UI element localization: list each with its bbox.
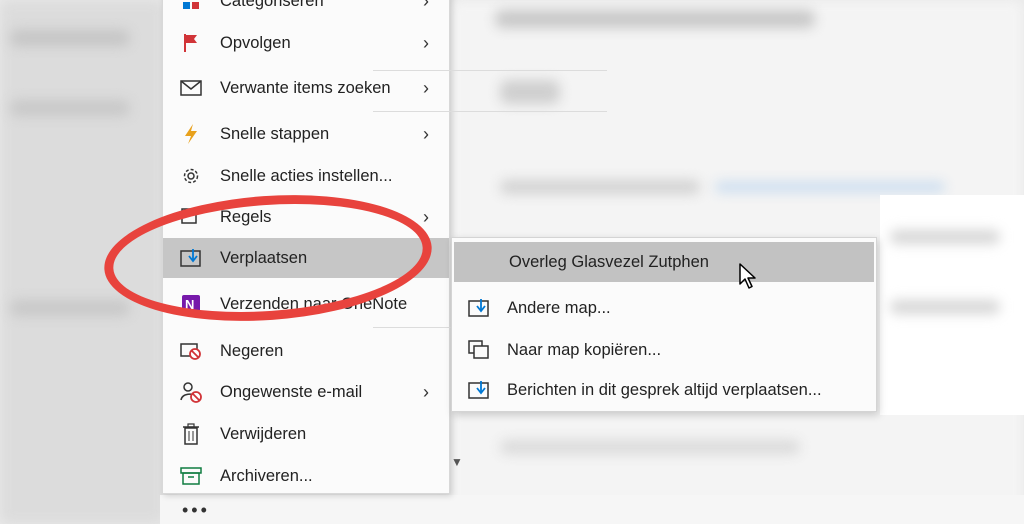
submenu-item-label: Naar map kopiëren... [507,340,662,359]
chevron-right-icon: › [423,206,429,227]
trash-icon [180,423,202,445]
menu-item-delete[interactable]: Verwijderen [163,414,449,454]
background-text [10,100,130,116]
category-icon [180,0,202,12]
menu-item-move[interactable]: Verplaatsen › [163,238,449,278]
background-left-pane [0,0,165,524]
gear-icon [180,165,202,187]
ignore-icon [180,340,202,362]
background-text [500,440,800,454]
background-text [500,80,560,104]
menu-item-label: Archiveren... [220,466,313,485]
svg-text:N: N [185,297,194,312]
context-menu: Categoriseren › Opvolgen › Verwante item… [162,0,607,496]
background-text [10,300,130,316]
menu-item-label: Negeren [220,341,284,360]
chevron-down-icon[interactable]: ▼ [451,455,463,469]
background-text [890,300,1000,314]
menu-item-follow-up[interactable]: Opvolgen › [163,23,449,63]
menu-item-label: Categoriseren [220,0,324,10]
menu-item-send-onenote[interactable]: N Verzenden naar OneNote [163,284,449,324]
background-link [715,182,945,192]
menu-item-archive[interactable]: Archiveren... [163,456,449,496]
background-text [500,180,700,194]
copy-icon [468,339,490,361]
move-icon [468,379,490,401]
menu-item-quick-steps[interactable]: Snelle stappen › [163,114,449,154]
menu-item-label: Verzenden naar OneNote [220,294,408,313]
menu-item-label: Verplaatsen [220,248,308,267]
submenu-item-label: Andere map... [507,298,611,317]
background-text [890,230,1000,244]
menu-separator [373,111,607,112]
menu-item-rules[interactable]: Regels › [163,197,449,237]
mouse-cursor-icon [739,263,756,289]
menu-item-label: Verwijderen [220,424,307,443]
submenu-item-always-move[interactable]: Berichten in dit gesprek altijd verplaat… [452,370,876,410]
menu-item-ignore[interactable]: Negeren [163,331,449,371]
move-icon [180,247,202,269]
submenu-item-overleg-glasvezel[interactable]: Overleg Glasvezel Zutphen [454,242,874,282]
chevron-right-icon: › [423,247,429,268]
move-icon [468,297,490,319]
lightning-icon [180,123,202,145]
menu-item-junk[interactable]: Ongewenste e-mail › [163,372,449,412]
background-bottom [160,495,1024,524]
chevron-right-icon: › [423,32,429,53]
envelope-icon [180,77,202,99]
background-text [495,10,815,28]
flag-icon [180,32,202,54]
chevron-right-icon: › [423,0,429,11]
chevron-right-icon: › [423,123,429,144]
menu-item-label: Ongewenste e-mail [220,382,363,401]
menu-item-categorize[interactable]: Categoriseren › [163,0,449,21]
chevron-right-icon: › [423,381,429,402]
submenu-item-label: Overleg Glasvezel Zutphen [509,252,709,271]
onenote-icon: N [180,293,202,315]
menu-item-find-related[interactable]: Verwante items zoeken › [163,68,449,108]
submenu-item-label: Berichten in dit gesprek altijd verplaat… [507,380,822,399]
archive-icon [180,465,202,487]
chevron-right-icon: › [423,77,429,98]
menu-item-quick-actions[interactable]: Snelle acties instellen... [163,156,449,196]
menu-item-label: Regels [220,207,272,226]
submenu-item-other-folder[interactable]: Andere map... [452,288,876,328]
background-text [10,30,130,46]
menu-item-label: Snelle stappen [220,124,330,143]
menu-item-label: Snelle acties instellen... [220,166,393,185]
menu-item-label: Verwante items zoeken [220,78,391,97]
rules-icon [180,206,202,228]
more-options-button[interactable]: ••• [182,500,210,521]
junk-icon [180,381,202,403]
move-submenu: Overleg Glasvezel Zutphen Andere map... … [451,237,877,412]
menu-item-label: Opvolgen [220,33,291,52]
submenu-item-copy-to-folder[interactable]: Naar map kopiëren... [452,330,876,370]
